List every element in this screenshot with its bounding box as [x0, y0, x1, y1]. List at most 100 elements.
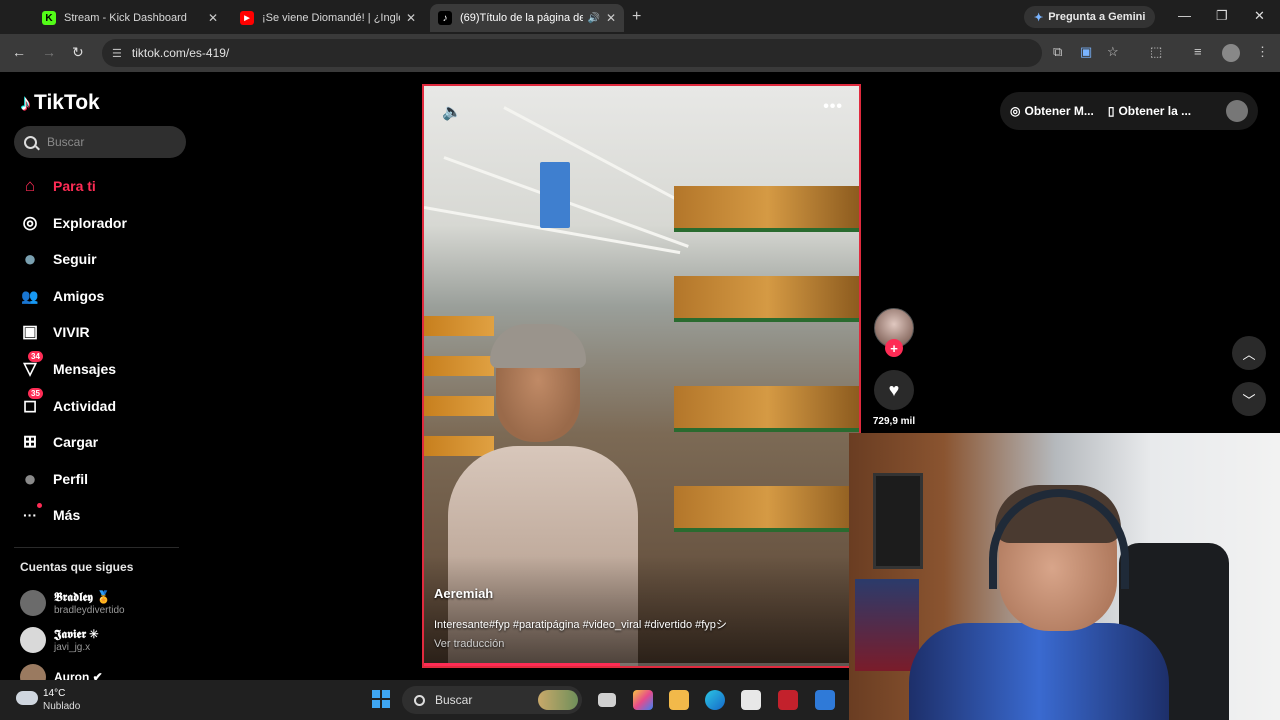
account-name: 𝕭𝖗𝖆𝖉𝖑𝖊𝖞 🏅 — [54, 590, 112, 604]
task-view-icon[interactable] — [598, 693, 616, 707]
gemini-sparkle-icon: ✦ — [1034, 11, 1044, 24]
cast-icon[interactable]: ▣ — [1080, 44, 1092, 60]
site-info-icon[interactable]: ☰ — [112, 47, 122, 60]
start-tile — [382, 690, 390, 698]
user-avatar[interactable] — [1226, 100, 1248, 122]
close-window-icon[interactable]: ✕ — [1254, 8, 1265, 24]
sidebar-item-cargar[interactable]: ⊞ Cargar — [18, 427, 98, 457]
sidebar-item-mensajes[interactable]: ▽ 34 Mensajes — [18, 351, 116, 384]
search-highlight-image — [538, 690, 578, 710]
store-shelf — [424, 436, 494, 456]
tab-tiktok[interactable]: ♪ (69)Título de la página de 🔊 ✕ — [430, 4, 624, 32]
edge-browser-icon[interactable] — [705, 690, 725, 710]
video-player[interactable]: 🔈 ••• Aeremiah Interesante#fyp #paratipá… — [422, 84, 861, 668]
close-tab-icon[interactable]: ✕ — [406, 11, 416, 25]
close-tab-icon[interactable]: ✕ — [208, 11, 218, 25]
browser-toolbar: ← → ↻ ☰ tiktok.com/es-419/ ⧉ ▣ ☆ ⬚ ≡ ⋮ — [0, 34, 1280, 72]
webcam-overlay — [849, 433, 1280, 720]
top-right-actions: ◎ Obtener M... ▯ Obtener la ... — [1000, 92, 1258, 130]
store-shelf — [674, 386, 859, 432]
next-video-chevron-down-icon[interactable]: ﹀ — [1232, 382, 1266, 416]
weather-condition[interactable]: Nublado — [43, 701, 80, 712]
sidebar-item-vivir[interactable]: ▣ VIVIR — [18, 317, 90, 347]
close-tab-icon[interactable]: ✕ — [606, 11, 616, 25]
get-mobile-app-label: Obtener la ... — [1118, 104, 1192, 118]
followed-account[interactable]: 𝕵𝖆𝖛𝖎𝖊𝖗 ✳ javi_jg.x — [20, 627, 98, 653]
wall-poster — [855, 579, 919, 671]
extensions-puzzle-icon[interactable]: ⬚ — [1150, 44, 1162, 60]
address-bar[interactable]: ☰ tiktok.com/es-419/ — [102, 39, 1042, 67]
tab-title: Stream - Kick Dashboard — [64, 12, 187, 24]
get-mobile-app-button[interactable]: ▯ Obtener la ... — [1108, 104, 1191, 118]
video-caption[interactable]: Interesante#fyp #paratipágina #video_vir… — [434, 616, 727, 632]
messages-glyph: ▽ — [23, 359, 37, 378]
copilot-icon[interactable] — [633, 690, 653, 710]
search-placeholder: Buscar — [47, 135, 85, 149]
followed-account[interactable]: 𝕭𝖗𝖆𝖉𝖑𝖊𝖞 🏅 bradleydivertido — [20, 590, 125, 616]
sidebar-item-label: Cargar — [53, 434, 99, 450]
translate-link[interactable]: Ver traducción — [434, 638, 504, 650]
minimize-icon[interactable]: — — [1178, 8, 1191, 23]
store-shelf — [674, 186, 859, 232]
reload-icon[interactable]: ↻ — [72, 44, 84, 61]
cloud-icon[interactable] — [16, 691, 38, 705]
url-text: tiktok.com/es-419/ — [131, 46, 230, 60]
messages-badge: 34 — [28, 351, 43, 362]
tiktok-logo[interactable]: ♪ TikTok — [20, 90, 100, 116]
start-tile — [372, 700, 380, 708]
search-input[interactable]: Buscar — [14, 126, 186, 158]
activity-glyph: ◻ — [22, 396, 38, 415]
avatar — [20, 590, 46, 616]
sidebar-item-amigos[interactable]: 👥 Amigos — [18, 281, 104, 311]
avatar — [20, 627, 46, 653]
sidebar-item-explorador[interactable]: ◎ Explorador — [18, 208, 127, 238]
sidebar-item-seguir[interactable]: ● Seguir — [18, 244, 96, 274]
account-handle: javi_jg.x — [54, 642, 91, 653]
video-author[interactable]: Aeremiah — [434, 586, 493, 601]
get-app-button[interactable]: ◎ Obtener M... — [1010, 104, 1094, 118]
like-count: 729,9 mil — [872, 416, 916, 427]
taskbar-search[interactable]: Buscar — [402, 686, 582, 714]
mail-icon[interactable] — [815, 690, 835, 710]
browser-profile-avatar[interactable] — [1222, 44, 1240, 62]
browser-menu-icon[interactable]: ⋮ — [1256, 44, 1269, 60]
previous-video-chevron-up-icon[interactable]: ︿ — [1232, 336, 1266, 370]
translate-icon[interactable]: ⧉ — [1053, 44, 1062, 60]
audio-playing-icon[interactable]: 🔊 — [587, 13, 599, 24]
tab-title: (69)Título de la página de — [460, 12, 584, 24]
new-tab-plus-icon[interactable]: + — [632, 8, 641, 26]
store-shelf — [674, 486, 859, 532]
back-arrow-icon[interactable]: ← — [12, 44, 26, 60]
weather-temperature[interactable]: 14°C — [43, 688, 65, 699]
more-options-icon[interactable]: ••• — [823, 98, 843, 116]
sidebar-item-perfil[interactable]: ● Perfil — [18, 464, 88, 494]
sidebar-item-label: VIVIR — [53, 324, 90, 340]
sidebar-item-mas[interactable]: ··· Más — [18, 500, 80, 530]
sidebar-item-actividad[interactable]: ◻ 35 Actividad — [18, 388, 116, 421]
bookmark-star-icon[interactable]: ☆ — [1107, 44, 1119, 60]
video-progress-bar[interactable] — [424, 663, 859, 666]
account-name: 𝕵𝖆𝖛𝖎𝖊𝖗 ✳ — [54, 627, 99, 641]
wall-poster — [873, 473, 923, 569]
microsoft-store-icon[interactable] — [741, 690, 761, 710]
mcafee-icon[interactable] — [778, 690, 798, 710]
forward-arrow-icon[interactable]: → — [42, 44, 56, 60]
tab-kick-dashboard[interactable]: K Stream - Kick Dashboard ✕ — [34, 4, 226, 32]
gemini-button[interactable]: ✦ Pregunta a Gemini — [1024, 6, 1156, 28]
tiktok-favicon-icon: ♪ — [438, 11, 452, 25]
more-icon: ··· — [18, 503, 42, 527]
sidebar-item-label: Más — [53, 507, 81, 523]
tab-youtube[interactable]: ▶ ¡Se viene Diomandé! | ¿Inglesa ✕ — [232, 4, 424, 32]
aisle-sign — [540, 162, 570, 228]
notification-dot — [37, 503, 42, 508]
media-controls-icon[interactable]: ≡ — [1194, 44, 1202, 59]
sidebar-item-label: Para ti — [53, 178, 96, 194]
like-heart-icon[interactable]: ♥ — [874, 370, 914, 410]
sidebar-item-para-ti[interactable]: ⌂ Para ti — [18, 171, 96, 201]
windows-start-icon[interactable] — [372, 690, 390, 708]
file-explorer-icon[interactable] — [669, 690, 689, 710]
browser-tab-bar: K Stream - Kick Dashboard ✕ ▶ ¡Se viene … — [0, 0, 1280, 34]
restore-icon[interactable]: ❐ — [1216, 8, 1228, 24]
volume-icon[interactable]: 🔈 — [442, 102, 462, 122]
follow-plus-icon[interactable]: + — [885, 339, 903, 357]
